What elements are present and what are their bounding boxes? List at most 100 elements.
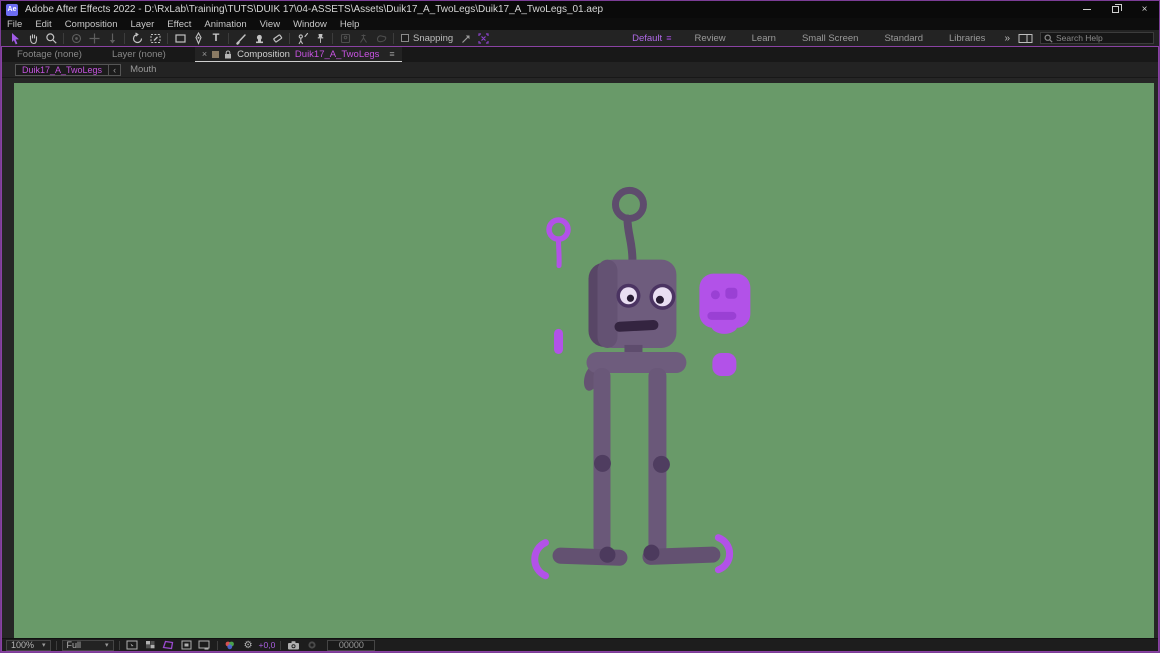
menu-window[interactable]: Window <box>293 19 327 30</box>
composition-panel: Footage (none) Layer (none) × Compositio… <box>1 46 1159 652</box>
brush-tool-icon[interactable] <box>232 31 250 45</box>
transparency-grid-icon[interactable] <box>143 640 158 651</box>
close-icon: × <box>1141 4 1148 15</box>
disabled-tool-icon-1 <box>336 31 354 45</box>
workspace-learn[interactable]: Learn <box>739 33 789 44</box>
menu-file[interactable]: File <box>7 19 22 30</box>
toggle-viewer-icon[interactable] <box>197 640 212 651</box>
chevron-down-icon: ▾ <box>105 642 109 649</box>
magnification-dropdown[interactable]: 100% ▾ <box>6 639 51 651</box>
snapping-toggle[interactable]: Snapping <box>401 33 453 44</box>
zoom-tool-icon[interactable] <box>42 31 60 45</box>
puppet-pin-tool-icon[interactable] <box>311 31 329 45</box>
toolbar-separator <box>124 32 125 44</box>
breadcrumb-current[interactable]: Mouth <box>130 64 156 75</box>
ghost-pill-shape <box>554 328 564 354</box>
tool-bar: T Snapping Default ≡ Review Learn Small … <box>1 30 1159 46</box>
status-separator <box>280 640 282 650</box>
status-separator <box>55 640 57 650</box>
robot-character <box>552 186 721 566</box>
roto-brush-tool-icon[interactable] <box>293 31 311 45</box>
close-button[interactable]: × <box>1130 1 1159 18</box>
hand-tool-icon[interactable] <box>24 31 42 45</box>
robot-artwork <box>531 186 751 580</box>
exposure-value[interactable]: +0,0 <box>259 640 276 650</box>
breadcrumb-separator: ‹ <box>109 63 122 76</box>
pan-camera-tool-icon[interactable] <box>85 31 103 45</box>
menu-animation[interactable]: Animation <box>204 19 246 30</box>
pan-behind-tool-icon[interactable] <box>146 31 164 45</box>
menu-effect[interactable]: Effect <box>167 19 191 30</box>
view-layout-icon[interactable] <box>125 640 140 651</box>
lock-icon[interactable] <box>224 50 232 59</box>
workspace-overflow-icon[interactable]: » <box>998 33 1016 44</box>
workspace-panel-icon[interactable] <box>1016 31 1034 45</box>
face-mask-shape <box>699 273 751 334</box>
exposure-gear-icon[interactable]: ⚙ <box>241 640 256 651</box>
menu-layer[interactable]: Layer <box>131 19 155 30</box>
eraser-tool-icon[interactable] <box>268 31 286 45</box>
after-effects-window: Ae Adobe After Effects 2022 - D:\RxLab\T… <box>0 0 1160 653</box>
disabled-tool-icon-2 <box>354 31 372 45</box>
help-search[interactable] <box>1040 32 1154 44</box>
snapshot-camera-icon[interactable] <box>286 640 301 651</box>
breadcrumb-comp-chip[interactable]: Duik17_A_TwoLegs <box>15 63 110 76</box>
snap-arrow-icon[interactable] <box>456 31 474 45</box>
tab-close-icon[interactable]: × <box>202 49 207 59</box>
window-title: Adobe After Effects 2022 - D:\RxLab\Trai… <box>25 4 604 15</box>
grid-guides-icon[interactable] <box>179 640 194 651</box>
show-snapshot-icon <box>304 640 319 651</box>
menu-view[interactable]: View <box>260 19 280 30</box>
menu-edit[interactable]: Edit <box>35 19 51 30</box>
restore-icon <box>1112 4 1122 13</box>
snap-bounds-icon[interactable] <box>474 31 492 45</box>
workspace-bar: Default ≡ Review Learn Small Screen Stan… <box>619 31 1159 45</box>
resolution-value: Full <box>66 640 82 650</box>
workspace-menu-icon[interactable]: ≡ <box>666 33 671 43</box>
toolbar-separator <box>289 32 290 44</box>
tab-composition[interactable]: × Composition Duik17_A_TwoLegs ≡ <box>194 47 402 62</box>
clone-stamp-tool-icon[interactable] <box>250 31 268 45</box>
rotation-tool-icon[interactable] <box>128 31 146 45</box>
workspace-small-screen[interactable]: Small Screen <box>789 33 872 44</box>
toolbar-separator <box>332 32 333 44</box>
title-bar: Ae Adobe After Effects 2022 - D:\RxLab\T… <box>1 1 1159 18</box>
minimize-icon <box>1082 9 1091 10</box>
status-separator <box>118 640 120 650</box>
minimize-button[interactable] <box>1072 1 1101 18</box>
frame-counter[interactable]: 00000 <box>327 639 376 651</box>
restore-button[interactable] <box>1101 1 1130 18</box>
tab-composition-label: Composition <box>237 48 290 60</box>
menu-composition[interactable]: Composition <box>65 19 118 30</box>
panel-menu-icon[interactable]: ≡ <box>389 49 394 59</box>
composition-canvas[interactable] <box>14 83 1154 638</box>
snapping-label: Snapping <box>413 32 454 44</box>
toolbar-separator <box>63 32 64 44</box>
snapping-checkbox[interactable] <box>401 34 409 42</box>
workspace-default[interactable]: Default <box>619 33 666 44</box>
selection-tool-icon[interactable] <box>6 31 24 45</box>
rectangle-tool-icon[interactable] <box>171 31 189 45</box>
tab-footage[interactable]: Footage (none) <box>2 47 97 62</box>
orbit-camera-tool-icon[interactable] <box>67 31 85 45</box>
workspace-standard[interactable]: Standard <box>871 33 936 44</box>
magnification-value: 100% <box>11 640 35 650</box>
type-tool-icon[interactable]: T <box>207 31 225 45</box>
left-crescent-shape <box>531 539 550 580</box>
dolly-camera-tool-icon[interactable] <box>103 31 121 45</box>
workspace-review[interactable]: Review <box>681 33 738 44</box>
tab-layer[interactable]: Layer (none) <box>97 47 181 62</box>
viewer-tab-strip: Footage (none) Layer (none) × Compositio… <box>2 47 1158 62</box>
search-icon <box>1044 34 1053 43</box>
search-input[interactable] <box>1056 33 1150 43</box>
tab-color-chip <box>212 50 220 58</box>
resolution-dropdown[interactable]: Full ▾ <box>61 639 114 651</box>
viewer-status-bar: 100% ▾ Full ▾ ⚙ +0,0 00000 <box>2 638 1158 651</box>
menu-help[interactable]: Help <box>340 19 360 30</box>
channels-icon[interactable] <box>223 640 238 651</box>
ghost-antenna-shape <box>546 217 571 269</box>
pen-tool-icon[interactable] <box>189 31 207 45</box>
mask-visibility-icon[interactable] <box>161 640 176 651</box>
menu-bar: File Edit Composition Layer Effect Anima… <box>1 18 1159 30</box>
workspace-libraries[interactable]: Libraries <box>936 33 998 44</box>
